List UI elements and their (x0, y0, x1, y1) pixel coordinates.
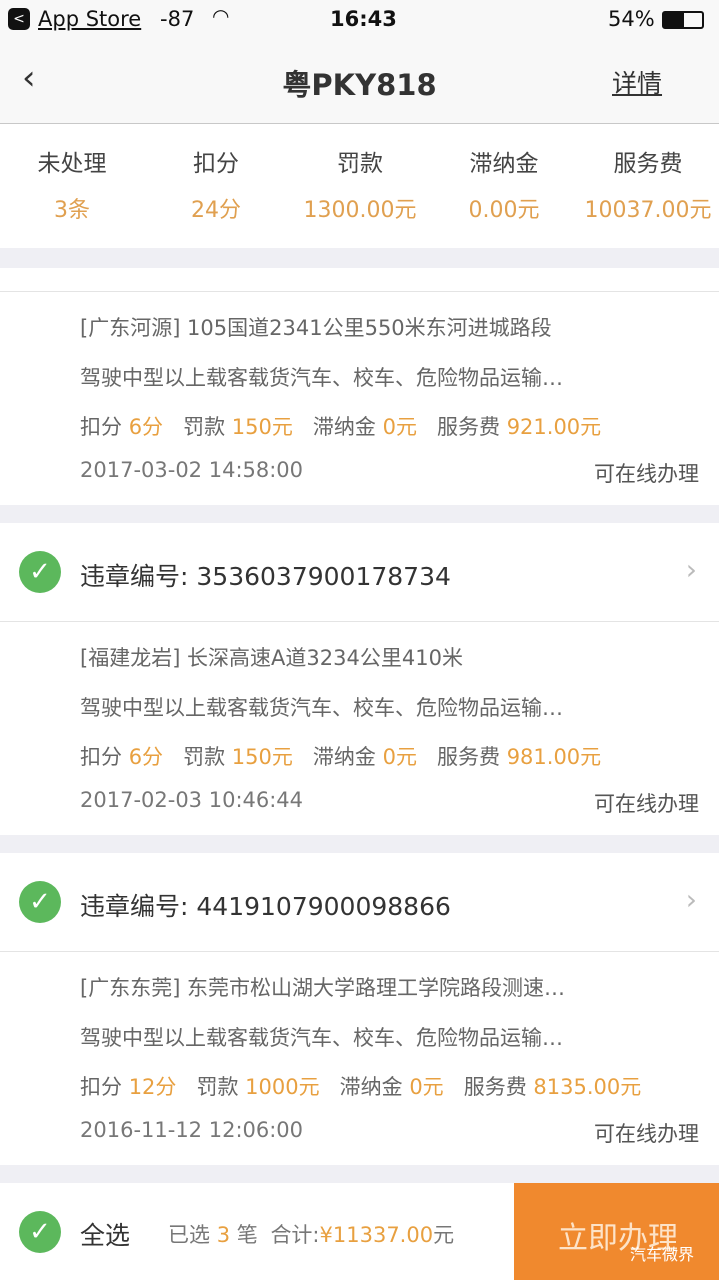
chevron-right-icon[interactable]: › (686, 883, 697, 916)
summary-panel: 未处理 3条 扣分 24分 罚款 1300.00元 滞纳金 0.00元 服务费 10037.00元 (0, 124, 719, 248)
total-unit: 元 (433, 1223, 455, 1247)
summary-value: 0.00元 (468, 198, 540, 223)
battery-percent: 54% (608, 7, 655, 31)
summary-label: 滞纳金 (469, 151, 539, 177)
violation-time: 2016-11-12 12:06:00 (80, 1118, 304, 1142)
selected-suffix: 笔 (236, 1223, 258, 1247)
summary-label: 未处理 (37, 151, 107, 177)
summary-label: 服务费 (613, 151, 683, 177)
card-header-partial (0, 268, 719, 292)
nav-bar: ‹ 粤PKY818 详情 (0, 40, 719, 124)
violation-checkbox[interactable]: ✓ (19, 881, 61, 923)
summary-item: 滞纳金 0.00元 (432, 144, 576, 224)
violation-header[interactable]: ✓ 违章编号: 4419107900098866 › (0, 853, 719, 952)
violation-amounts: 扣分 6分 罚款 150元 滞纳金 0元 服务费 921.00元 (80, 415, 602, 439)
battery-icon (662, 11, 704, 29)
select-all-label[interactable]: 全选 (80, 1216, 130, 1252)
wifi-icon: ◠ (212, 4, 230, 28)
selection-summary: 已选 3 笔 合计:¥11337.00元 (168, 1219, 454, 1249)
violation-status: 可在线办理 (594, 1122, 699, 1146)
violation-location: [广东河源] 105国道2341公里550米东河进城路段 (80, 316, 552, 340)
status-bar: < App Store -87 ◠ 16:43 54% (0, 0, 719, 40)
process-now-button[interactable]: 立即办理 汽车微界 (514, 1183, 719, 1280)
summary-value: 3条 (54, 198, 90, 223)
violation-time: 2017-02-03 10:46:44 (80, 788, 304, 812)
footer-bar: ✓ 全选 已选 3 笔 合计:¥11337.00元 立即办理 汽车微界 (0, 1183, 719, 1280)
violation-id: 违章编号: 3536037900178734 (80, 562, 451, 591)
clock: 16:43 (330, 7, 397, 31)
violation-description: 驾驶中型以上载客载货汽车、校车、危险物品运输… (80, 366, 563, 390)
detail-link[interactable]: 详情 (612, 64, 662, 100)
violation-amounts: 扣分 12分 罚款 1000元 滞纳金 0元 服务费 8135.00元 (80, 1075, 642, 1099)
select-all-checkbox[interactable]: ✓ (19, 1211, 61, 1253)
summary-label: 罚款 (337, 151, 383, 177)
violation-checkbox[interactable]: ✓ (19, 551, 61, 593)
violation-description: 驾驶中型以上载客载货汽车、校车、危险物品运输… (80, 1026, 563, 1050)
watermark: 汽车微界 (630, 1245, 695, 1264)
violation-id: 违章编号: 4419107900098866 (80, 892, 451, 921)
violation-amounts: 扣分 6分 罚款 150元 滞纳金 0元 服务费 981.00元 (80, 745, 602, 769)
violation-status: 可在线办理 (594, 462, 699, 486)
summary-item: 扣分 24分 (144, 144, 288, 224)
violation-location: [广东东莞] 东莞市松山湖大学路理工学院路段测速… (80, 976, 566, 1000)
summary-item: 罚款 1300.00元 (288, 144, 432, 224)
total-amount: ¥11337.00 (319, 1223, 434, 1247)
signal-strength: -87 (160, 7, 195, 31)
total-label: 合计: (270, 1223, 320, 1247)
violation-time: 2017-03-02 14:58:00 (80, 458, 304, 482)
violation-location: [福建龙岩] 长深高速A道3234公里410米 (80, 646, 463, 670)
summary-value: 10037.00元 (584, 198, 712, 223)
selected-count: 3 (216, 1223, 231, 1247)
violation-status: 可在线办理 (594, 792, 699, 816)
back-app-link[interactable]: App Store (38, 7, 141, 31)
violation-description: 驾驶中型以上载客载货汽车、校车、危险物品运输… (80, 696, 563, 720)
selected-prefix: 已选 (168, 1223, 210, 1247)
violation-body: [广东河源] 105国道2341公里550米东河进城路段 驾驶中型以上载客载货汽… (0, 292, 719, 505)
summary-item: 服务费 10037.00元 (576, 144, 719, 224)
summary-value: 1300.00元 (303, 198, 417, 223)
violation-body: [福建龙岩] 长深高速A道3234公里410米 驾驶中型以上载客载货汽车、校车、… (0, 622, 719, 835)
summary-item: 未处理 3条 (0, 144, 144, 224)
summary-label: 扣分 (193, 151, 239, 177)
violation-header[interactable]: ✓ 违章编号: 3536037900178734 › (0, 523, 719, 622)
summary-value: 24分 (191, 198, 241, 223)
violation-body: [广东东莞] 东莞市松山湖大学路理工学院路段测速… 驾驶中型以上载客载货汽车、校… (0, 952, 719, 1165)
back-app-icon[interactable]: < (8, 8, 30, 30)
chevron-right-icon[interactable]: › (686, 553, 697, 586)
